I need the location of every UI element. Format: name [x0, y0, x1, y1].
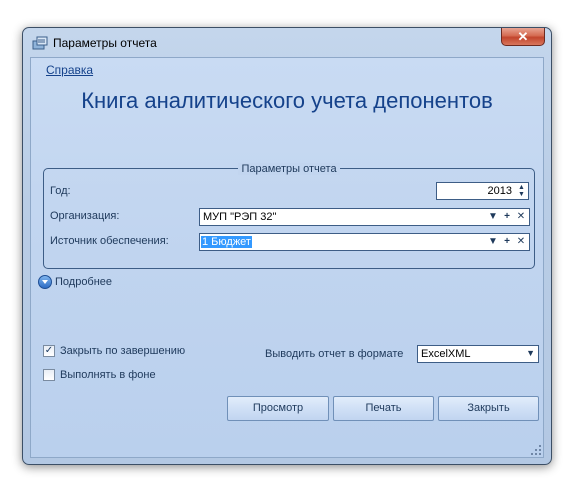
org-value: МУП "РЭП 32" — [203, 211, 277, 223]
org-dropdown-icon[interactable]: ▼ — [487, 210, 499, 224]
format-value: ExcelXML — [421, 348, 471, 360]
source-label: Источник обеспечения: — [50, 235, 169, 247]
year-label: Год: — [50, 185, 71, 197]
year-stepper[interactable]: 2013 ▲ ▼ — [436, 182, 529, 200]
format-label: Выводить отчет в формате — [265, 348, 404, 360]
year-down-icon[interactable]: ▼ — [516, 191, 527, 198]
title-bar[interactable]: Параметры отчета ✕ — [23, 28, 551, 56]
org-add-icon[interactable]: + — [501, 210, 513, 224]
app-icon — [32, 36, 48, 50]
more-label: Подробнее — [55, 276, 113, 288]
source-field[interactable]: 1 Бюджет ▼ + ✕ — [199, 233, 530, 251]
run-background-label: Выполнять в фоне — [60, 369, 156, 381]
resize-grip-icon[interactable] — [531, 445, 541, 455]
params-group-legend: Параметры отчета — [238, 163, 340, 175]
report-title: Книга аналитического учета депонентов — [81, 88, 493, 113]
source-dropdown-icon[interactable]: ▼ — [487, 235, 499, 249]
window-title: Параметры отчета — [53, 36, 157, 50]
close-window-button[interactable]: ✕ — [501, 28, 545, 46]
source-value: 1 Бюджет — [201, 236, 252, 248]
preview-button[interactable]: Просмотр — [227, 396, 329, 421]
checkmark-icon: ✓ — [43, 345, 55, 357]
org-field[interactable]: МУП "РЭП 32" ▼ + ✕ — [199, 208, 530, 226]
dialog-body: Справка Книга аналитического учета депон… — [30, 57, 544, 458]
org-clear-icon[interactable]: ✕ — [515, 210, 527, 224]
close-icon: ✕ — [517, 29, 529, 44]
print-button[interactable]: Печать — [333, 396, 434, 421]
source-add-icon[interactable]: + — [501, 235, 513, 249]
org-label: Организация: — [50, 210, 120, 222]
close-button[interactable]: Закрыть — [438, 396, 539, 421]
report-params-window: Параметры отчета ✕ Справка Книга аналити… — [22, 27, 552, 465]
params-group: Параметры отчета Год: 2013 ▲ ▼ Организац… — [43, 163, 535, 269]
chevron-down-icon — [38, 275, 52, 289]
year-up-icon[interactable]: ▲ — [516, 184, 527, 191]
help-link[interactable]: Справка — [46, 63, 93, 77]
chevron-down-icon: ▼ — [526, 348, 535, 358]
close-on-finish-label: Закрыть по завершению — [60, 345, 186, 357]
checkbox-box — [43, 369, 55, 381]
year-value: 2013 — [487, 185, 512, 197]
format-select[interactable]: ExcelXML ▼ — [417, 345, 539, 363]
source-clear-icon[interactable]: ✕ — [515, 235, 527, 249]
